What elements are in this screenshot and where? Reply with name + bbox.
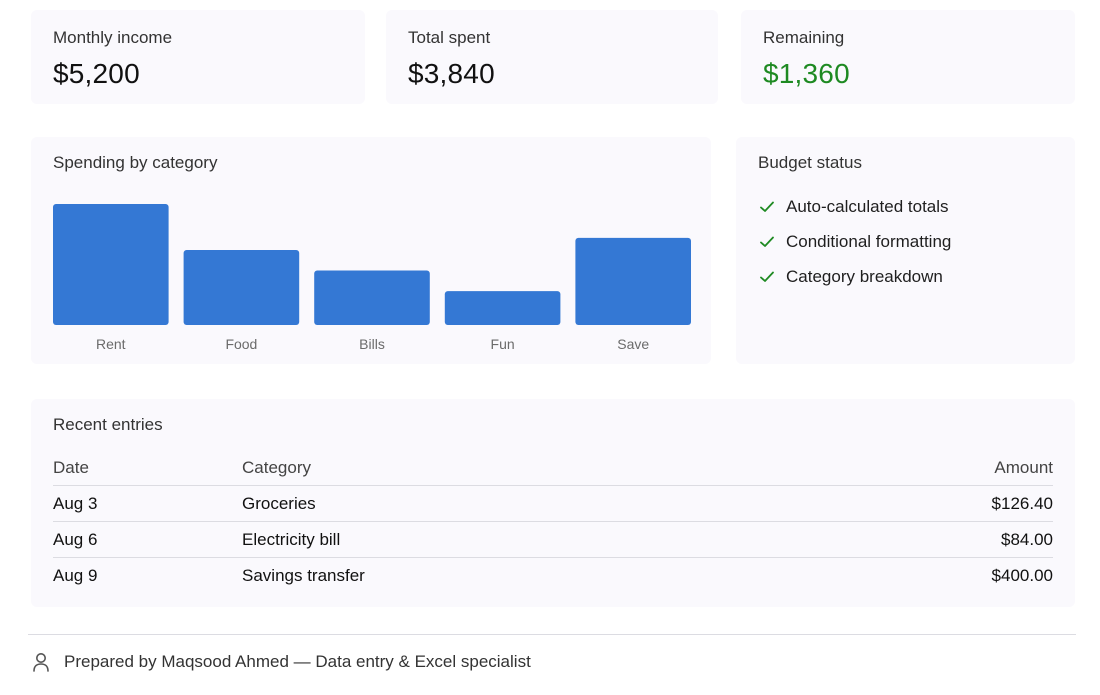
check-icon	[758, 198, 776, 216]
stat-value: $5,200	[53, 58, 140, 89]
bar-food	[183, 249, 300, 325]
spending-chart-card: Spending by category Rent Food Bills Fun Sav…	[31, 137, 711, 364]
user-icon	[32, 652, 50, 672]
stat-label: Total spent	[408, 28, 491, 47]
x-tick-label: Rent	[96, 336, 126, 352]
cell-amount: $400.00	[991, 565, 1053, 585]
x-tick-label: Food	[225, 336, 257, 352]
cell-date: Aug 9	[53, 565, 98, 585]
bar-fun	[444, 291, 561, 325]
cell-amount: $84.00	[782, 521, 1053, 558]
spending-chart: Rent Food Bills Fun Save	[53, 204, 691, 352]
entries-table: Date Category Amount Aug 3 Groceries $12…	[53, 451, 1053, 593]
recent-entries-title: Recent entries	[53, 415, 163, 434]
budget-status-item: Auto-calculated totals	[758, 189, 951, 224]
stat-card-spent: Total spent $3,840	[386, 10, 718, 104]
table-row: Aug 3 Groceries $126.40	[53, 485, 1053, 522]
x-tick-label: Fun	[491, 336, 515, 352]
budget-status-list: Auto-calculated totals Conditional format…	[758, 189, 951, 294]
bar-rent	[53, 204, 169, 325]
stat-value: $3,840	[408, 58, 495, 89]
check-icon	[758, 268, 776, 286]
stat-label: Monthly income	[53, 28, 173, 47]
cell-amount: $126.40	[782, 485, 1053, 522]
footer: Prepared by Maqsood Ahmed — Data entry &…	[32, 652, 531, 672]
budget-status-label: Category breakdown	[786, 266, 943, 286]
stat-value: $1,360	[763, 58, 850, 89]
recent-entries-card: Recent entries Date Category Amount Aug …	[31, 399, 1075, 607]
cell-date: Aug 3	[53, 485, 242, 522]
column-header-category: Category	[242, 451, 783, 486]
x-tick-label: Save	[617, 336, 649, 352]
column-header-date: Date	[53, 451, 242, 486]
budget-status-label: Conditional formatting	[786, 231, 952, 251]
stat-card-remaining: Remaining $1,360	[741, 10, 1075, 104]
column-header-amount: Amount	[782, 451, 1053, 486]
check-icon	[758, 233, 776, 251]
cell-category: Electricity bill	[242, 521, 783, 558]
stat-card-income: Monthly income $5,200	[31, 10, 365, 104]
table-row: Aug 6 Electricity bill $84.00	[53, 521, 1053, 558]
footer-divider	[28, 634, 1076, 635]
budget-status-title: Budget status	[758, 153, 862, 172]
budget-status-label: Auto-calculated totals	[786, 196, 949, 216]
footer-text: Prepared by Maqsood Ahmed — Data entry &…	[64, 652, 531, 671]
budget-status-item: Category breakdown	[758, 259, 951, 294]
cell-category: Groceries	[242, 485, 783, 522]
bar-bills	[314, 270, 430, 325]
budget-status-item: Conditional formatting	[758, 224, 951, 259]
cell-date: Aug 6	[53, 521, 242, 558]
bar-save	[575, 237, 691, 325]
x-tick-label: Bills	[359, 336, 385, 352]
budget-status-card: Budget status Auto-calculated totals Cond…	[736, 137, 1075, 364]
table-row: Aug 9 Savings transfer $400.00	[53, 558, 1053, 594]
cell-category: Savings transfer	[242, 565, 365, 585]
table-header-row: Date Category Amount	[53, 451, 1053, 486]
stat-label: Remaining	[763, 28, 845, 47]
